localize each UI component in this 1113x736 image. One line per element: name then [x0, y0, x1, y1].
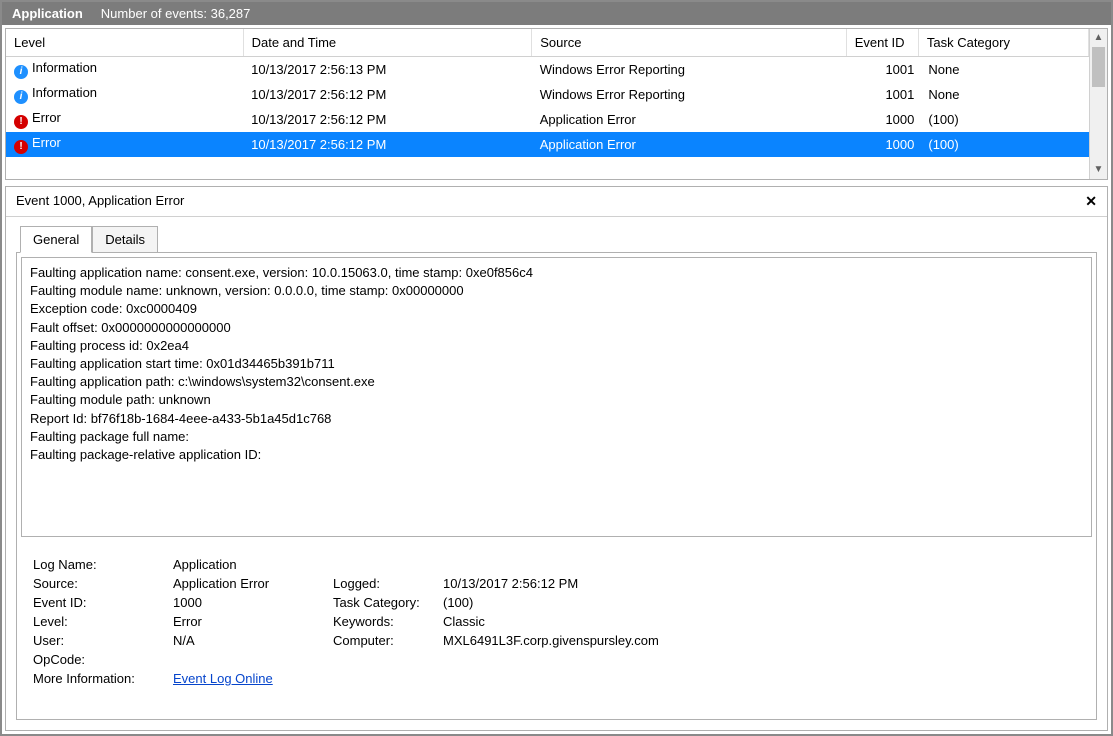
- cell-level: Information: [32, 60, 97, 75]
- cell-level: Error: [32, 110, 61, 125]
- column-header-task[interactable]: Task Category: [918, 29, 1088, 57]
- label-keywords: Keywords:: [327, 612, 437, 631]
- event-log-online-link[interactable]: Event Log Online: [173, 671, 273, 686]
- event-description[interactable]: Faulting application name: consent.exe, …: [21, 257, 1092, 537]
- value-computer: MXL6491L3F.corp.givenspursley.com: [437, 631, 665, 650]
- label-log-name: Log Name:: [27, 555, 167, 574]
- cell-source: Windows Error Reporting: [532, 57, 846, 83]
- cell-eventid: 1000: [846, 107, 918, 132]
- error-icon: [14, 140, 28, 154]
- event-properties: Log Name: Application Source: Applicatio…: [21, 551, 1092, 692]
- cell-eventid: 1001: [846, 82, 918, 107]
- label-opcode: OpCode:: [27, 650, 167, 669]
- label-logged: Logged:: [327, 574, 437, 593]
- event-grid: Level Date and Time Source Event ID Task…: [5, 28, 1108, 180]
- table-row[interactable]: Information 10/13/2017 2:56:13 PMWindows …: [6, 57, 1089, 83]
- value-logged: 10/13/2017 2:56:12 PM: [437, 574, 665, 593]
- cell-source: Application Error: [532, 107, 846, 132]
- app-name: Application: [12, 6, 83, 21]
- scroll-thumb[interactable]: [1092, 47, 1105, 87]
- info-icon: [14, 65, 28, 79]
- cell-level: Information: [32, 85, 97, 100]
- title-bar: Application Number of events: 36,287: [2, 2, 1111, 25]
- value-keywords: Classic: [437, 612, 665, 631]
- label-moreinfo: More Information:: [27, 669, 167, 688]
- cell-task: (100): [918, 132, 1088, 157]
- info-icon: [14, 90, 28, 104]
- cell-task: (100): [918, 107, 1088, 132]
- tab-general[interactable]: General: [20, 226, 92, 253]
- tab-strip: General Details: [6, 217, 1107, 252]
- cell-eventid: 1001: [846, 57, 918, 83]
- cell-date: 10/13/2017 2:56:13 PM: [243, 57, 532, 83]
- value-eventid: 1000: [167, 593, 327, 612]
- label-computer: Computer:: [327, 631, 437, 650]
- cell-task: None: [918, 57, 1088, 83]
- cell-task: None: [918, 82, 1088, 107]
- vertical-scrollbar[interactable]: ▲ ▼: [1089, 29, 1107, 179]
- event-count-label: Number of events: 36,287: [101, 6, 251, 21]
- label-level: Level:: [27, 612, 167, 631]
- column-header-source[interactable]: Source: [532, 29, 846, 57]
- tab-details[interactable]: Details: [92, 226, 158, 253]
- cell-date: 10/13/2017 2:56:12 PM: [243, 107, 532, 132]
- label-eventid: Event ID:: [27, 593, 167, 612]
- cell-source: Application Error: [532, 132, 846, 157]
- scroll-down-arrow-icon[interactable]: ▼: [1090, 161, 1107, 179]
- value-user: N/A: [167, 631, 327, 650]
- value-taskcat: (100): [437, 593, 665, 612]
- scroll-up-arrow-icon[interactable]: ▲: [1090, 29, 1107, 47]
- value-source: Application Error: [167, 574, 327, 593]
- label-taskcat: Task Category:: [327, 593, 437, 612]
- table-row[interactable]: Error 10/13/2017 2:56:12 PMApplication Er…: [6, 107, 1089, 132]
- label-source: Source:: [27, 574, 167, 593]
- cell-source: Windows Error Reporting: [532, 82, 846, 107]
- value-log-name: Application: [167, 555, 327, 574]
- cell-date: 10/13/2017 2:56:12 PM: [243, 132, 532, 157]
- cell-eventid: 1000: [846, 132, 918, 157]
- value-level: Error: [167, 612, 327, 631]
- column-header-date[interactable]: Date and Time: [243, 29, 532, 57]
- table-row[interactable]: Information 10/13/2017 2:56:12 PMWindows …: [6, 82, 1089, 107]
- table-row[interactable]: Error 10/13/2017 2:56:12 PMApplication Er…: [6, 132, 1089, 157]
- column-header-level[interactable]: Level: [6, 29, 243, 57]
- label-user: User:: [27, 631, 167, 650]
- detail-title: Event 1000, Application Error: [16, 193, 184, 210]
- close-icon[interactable]: ✕: [1085, 193, 1097, 210]
- cell-level: Error: [32, 135, 61, 150]
- event-table: Level Date and Time Source Event ID Task…: [6, 29, 1089, 157]
- value-opcode: [167, 650, 327, 669]
- cell-date: 10/13/2017 2:56:12 PM: [243, 82, 532, 107]
- error-icon: [14, 115, 28, 129]
- details-pane: Event 1000, Application Error ✕ General …: [5, 186, 1108, 731]
- column-header-eventid[interactable]: Event ID: [846, 29, 918, 57]
- tab-content: Faulting application name: consent.exe, …: [16, 252, 1097, 720]
